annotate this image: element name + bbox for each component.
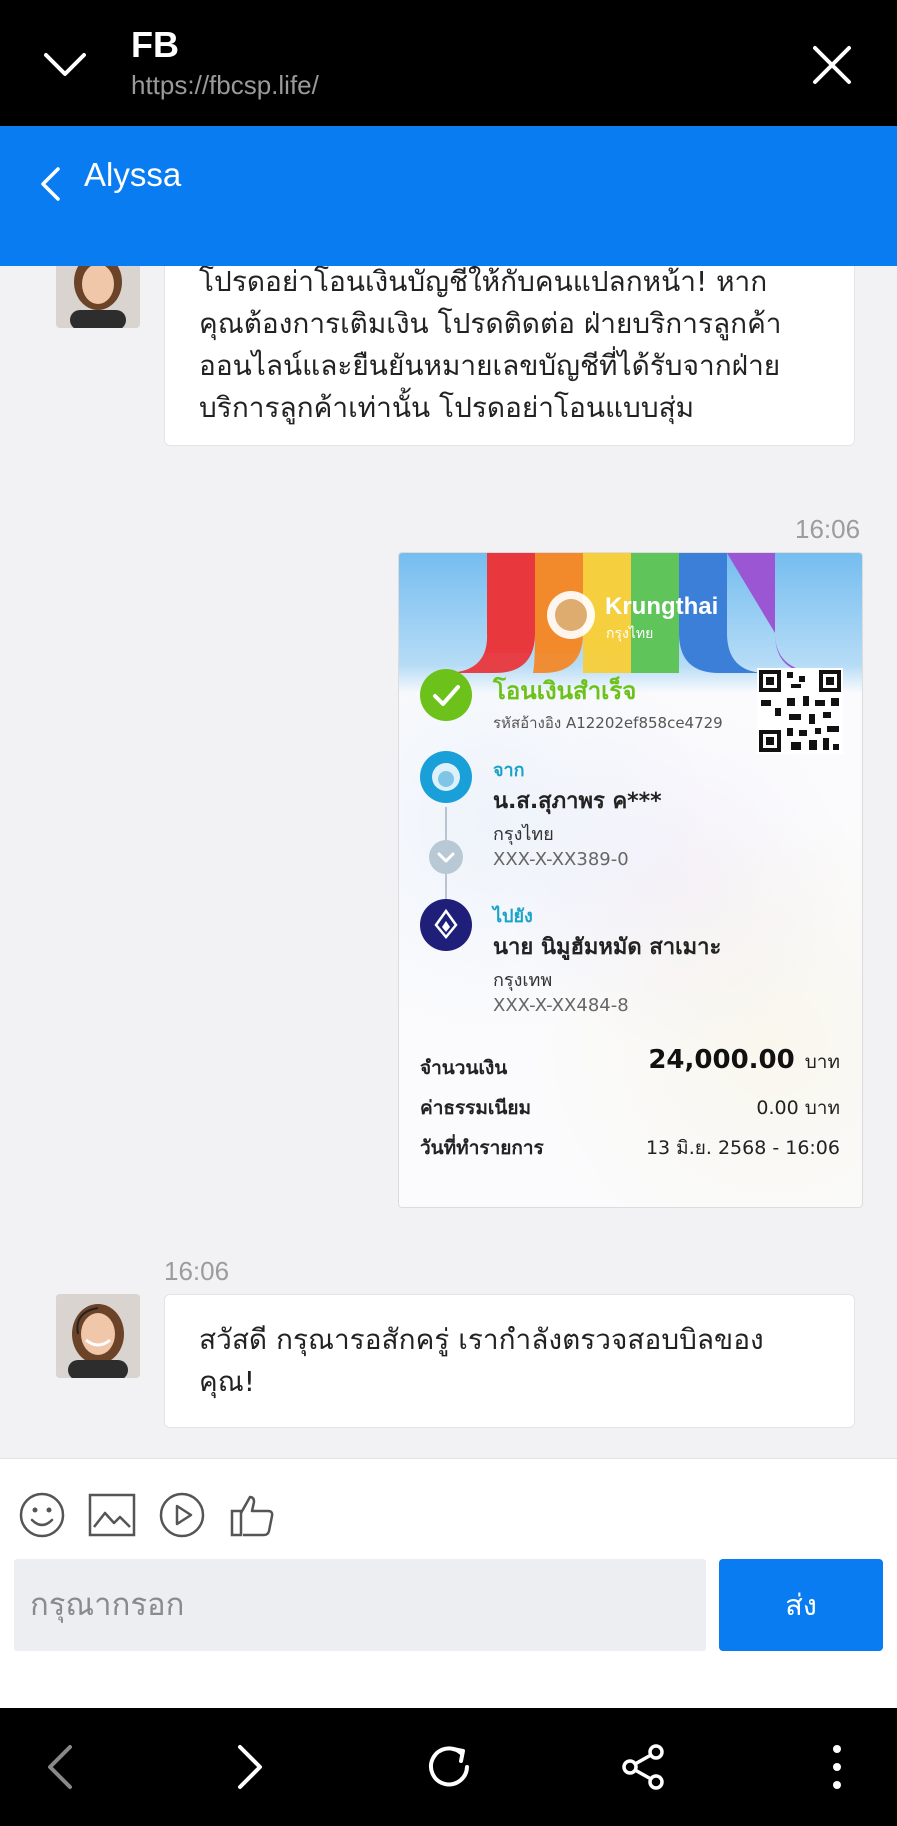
- krungthai-logo-icon: [420, 751, 472, 803]
- image-icon[interactable]: [86, 1489, 138, 1541]
- transfer-status: โอนเงินสำเร็จ: [493, 677, 637, 705]
- from-label: จาก: [493, 760, 525, 781]
- from-account: XXX-X-XX389-0: [493, 849, 629, 870]
- chat-header: Alyssa: [0, 126, 897, 266]
- message-line: คุณต้องการเติมเงิน โปรดติดต่อ ฝ่ายบริการ…: [199, 307, 782, 340]
- chat-messages[interactable]: โปรดอย่าโอนเงินบัญชีให้กับคนแปลกหน้า! หา…: [0, 266, 897, 1458]
- message-bubble: โปรดอย่าโอนเงินบัญชีให้กับคนแปลกหน้า! หา…: [164, 266, 855, 446]
- reload-icon[interactable]: [420, 1738, 478, 1796]
- forward-icon[interactable]: [222, 1738, 280, 1796]
- send-button[interactable]: ส่ง: [719, 1559, 883, 1651]
- video-icon[interactable]: [156, 1489, 208, 1541]
- to-bank: กรุงเทพ: [493, 970, 553, 991]
- site-title: FB: [131, 24, 179, 65]
- message-line: สวัสดี กรุณารอสักครู่ เรากำลังตรวจสอบบิล…: [199, 1323, 764, 1356]
- transfer-receipt-image[interactable]: Krungthai กรุงไทย โอนเงินสำเร็จ รหัสอ้าง…: [398, 552, 863, 1208]
- to-label: ไปยัง: [493, 906, 533, 927]
- success-check-icon: [420, 669, 472, 721]
- fee-label: ค่าธรรมเนียม: [420, 1097, 532, 1119]
- message-input[interactable]: [14, 1559, 706, 1651]
- qr-code-icon: [757, 668, 843, 754]
- to-name: นาย นิมูฮัมหมัด สาเมาะ: [493, 935, 722, 960]
- message-line: บริการลูกค้าเท่านั้น โปรดอย่าโอนแบบสุ่ม: [199, 391, 695, 424]
- reference-code: รหัสอ้างอิง A12202ef858ce4729: [493, 714, 723, 732]
- message-composer: ส่ง: [0, 1458, 897, 1708]
- amount-value: 24,000.00: [648, 1045, 795, 1075]
- message-line: ออนไลน์และยืนยันหมายเลขบัญชีที่ได้รับจาก…: [199, 349, 781, 382]
- to-account: XXX-X-XX484-8: [493, 995, 629, 1016]
- date-label: วันที่ทำรายการ: [420, 1137, 544, 1159]
- share-icon[interactable]: [614, 1738, 672, 1796]
- message-time: 16:06: [164, 1256, 230, 1286]
- bank-logo-text: Krungthai: [605, 593, 719, 620]
- more-icon[interactable]: [808, 1738, 866, 1796]
- from-bank: กรุงไทย: [493, 824, 554, 845]
- bank-logo-sub: กรุงไทย: [606, 626, 654, 642]
- message-line: คุณ!: [199, 1365, 255, 1398]
- message-bubble: สวัสดี กรุณารอสักครู่ เรากำลังตรวจสอบบิล…: [164, 1294, 855, 1428]
- back-icon[interactable]: [30, 1738, 88, 1796]
- amount-label: จำนวนเงิน: [420, 1057, 508, 1079]
- chevron-down-icon[interactable]: [40, 40, 90, 90]
- site-url: https://fbcsp.life/: [131, 70, 319, 100]
- fee-value: 0.00 บาท: [756, 1097, 840, 1119]
- back-chevron-icon[interactable]: [30, 154, 70, 214]
- browser-top-bar: FB https://fbcsp.life/: [0, 0, 897, 126]
- bangkok-bank-logo-icon: [420, 899, 472, 951]
- emoji-icon[interactable]: [16, 1489, 68, 1541]
- message-time: 16:06: [795, 514, 861, 544]
- contact-name[interactable]: Alyssa: [84, 156, 181, 194]
- message-line: โปรดอย่าโอนเงินบัญชีให้กับคนแปลกหน้า! หา…: [199, 266, 768, 298]
- thumbs-up-icon[interactable]: [226, 1489, 278, 1541]
- from-name: น.ส.สุภาพร ค***: [493, 789, 662, 814]
- avatar: [56, 266, 140, 328]
- avatar: [56, 1294, 140, 1378]
- amount-unit: บาท: [804, 1051, 840, 1073]
- chevron-down-icon: [429, 840, 463, 874]
- date-value: 13 มิ.ย. 2568 - 16:06: [645, 1137, 840, 1159]
- close-icon[interactable]: [805, 38, 859, 92]
- browser-nav-bar: [0, 1708, 897, 1826]
